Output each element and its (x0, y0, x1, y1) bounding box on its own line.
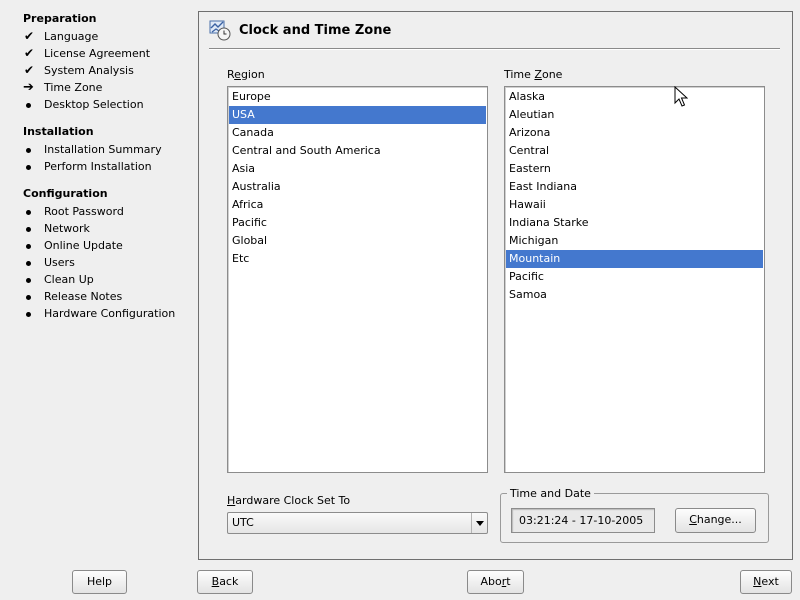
clock-globe-icon (209, 19, 231, 41)
step-system-analysis: ✔ System Analysis (23, 62, 134, 79)
step-label: Perform Installation (44, 160, 152, 173)
change-button[interactable]: Change... (675, 508, 756, 533)
step-label: Desktop Selection (44, 98, 144, 111)
timezone-list-item[interactable]: Arizona (506, 124, 763, 142)
bullet-icon (23, 203, 44, 220)
sidebar: Preparation ✔ Language ✔ License Agreement… (0, 0, 196, 565)
help-button[interactable]: Help (72, 570, 127, 594)
header-divider (209, 48, 780, 50)
step-label: Clean Up (44, 273, 94, 286)
timezone-list-item[interactable]: Mountain (506, 250, 763, 268)
step-label: Language (44, 30, 99, 43)
time-and-date-legend: Time and Date (507, 487, 594, 500)
chevron-down-icon[interactable] (471, 513, 487, 533)
region-list-item[interactable]: Etc (229, 250, 486, 268)
abort-button[interactable]: Abort (467, 570, 524, 594)
check-icon: ✔ (24, 63, 35, 77)
step-label: System Analysis (44, 64, 134, 77)
step-network: Network (23, 220, 90, 237)
timezone-label: Time Zone (504, 68, 563, 81)
timezone-list-item[interactable]: Aleutian (506, 106, 763, 124)
region-list-item[interactable]: Europe (229, 88, 486, 106)
step-label: Network (44, 222, 90, 235)
section-title-configuration: Configuration (23, 187, 108, 200)
page-header: Clock and Time Zone (209, 18, 391, 42)
timezone-list-item[interactable]: Pacific (506, 268, 763, 286)
section-title-installation: Installation (23, 125, 94, 138)
bullet-icon (23, 254, 44, 271)
step-label: Hardware Configuration (44, 307, 176, 320)
timezone-list-item[interactable]: Alaska (506, 88, 763, 106)
step-label: Root Password (44, 205, 124, 218)
hwclock-value: UTC (232, 516, 254, 529)
region-list-item[interactable]: Global (229, 232, 486, 250)
step-release-notes: Release Notes (23, 288, 122, 305)
step-label: Release Notes (44, 290, 123, 303)
timezone-listbox[interactable]: Alaska Aleutian Arizona Central Eastern East … (504, 86, 765, 473)
region-label: Region (227, 68, 265, 81)
step-time-zone: ➔ Time Zone (23, 79, 102, 96)
region-list-item[interactable]: Central and South America (229, 142, 486, 160)
step-online-update: Online Update (23, 237, 123, 254)
region-list-item[interactable]: Africa (229, 196, 486, 214)
next-button[interactable]: Next (740, 570, 792, 594)
step-label: Time Zone (44, 81, 103, 94)
step-installation-summary: Installation Summary (23, 141, 162, 158)
arrow-right-icon: ➔ (23, 80, 34, 95)
bullet-icon (23, 96, 44, 113)
step-license-agreement: ✔ License Agreement (23, 45, 150, 62)
timezone-list-item[interactable]: Samoa (506, 286, 763, 304)
bullet-icon (23, 288, 44, 305)
region-list-item[interactable]: Asia (229, 160, 486, 178)
main-panel: Clock and Time Zone Region Europe USA Cana… (198, 11, 793, 560)
timezone-list-item[interactable]: Central (506, 142, 763, 160)
time-and-date-group: Time and Date 03:21:24 - 17-10-2005 Chan… (500, 487, 769, 543)
bullet-icon (23, 271, 44, 288)
hwclock-label: Hardware Clock Set To (227, 494, 351, 507)
step-label: Online Update (44, 239, 123, 252)
region-list-item[interactable]: Canada (229, 124, 486, 142)
timezone-list-item[interactable]: Michigan (506, 232, 763, 250)
section-title-preparation: Preparation (23, 12, 97, 25)
check-icon: ✔ (24, 46, 35, 60)
timezone-list-item[interactable]: East Indiana (506, 178, 763, 196)
hwclock-select[interactable]: UTC (227, 512, 488, 534)
timezone-list-item[interactable]: Hawaii (506, 196, 763, 214)
bullet-icon (23, 305, 44, 322)
time-date-field: 03:21:24 - 17-10-2005 (511, 508, 655, 533)
step-clean-up: Clean Up (23, 271, 94, 288)
timezone-list-item[interactable]: Indiana Starke (506, 214, 763, 232)
timezone-list-item[interactable]: Eastern (506, 160, 763, 178)
check-icon: ✔ (24, 29, 35, 43)
page-title: Clock and Time Zone (239, 22, 392, 38)
step-label: Users (44, 256, 75, 269)
step-desktop-selection: Desktop Selection (23, 96, 144, 113)
step-language: ✔ Language (23, 28, 98, 45)
region-listbox[interactable]: Europe USA Canada Central and South America… (227, 86, 488, 473)
region-list-item[interactable]: USA (229, 106, 486, 124)
bullet-icon (23, 141, 44, 158)
bullet-icon (23, 158, 44, 175)
back-button[interactable]: Back (197, 570, 253, 594)
step-label: Installation Summary (44, 143, 162, 156)
bullet-icon (23, 237, 44, 254)
region-list-item[interactable]: Pacific (229, 214, 486, 232)
step-users: Users (23, 254, 75, 271)
step-root-password: Root Password (23, 203, 124, 220)
mouse-cursor-icon (674, 85, 689, 111)
step-label: License Agreement (44, 47, 151, 60)
region-list-item[interactable]: Australia (229, 178, 486, 196)
step-hardware-configuration: Hardware Configuration (23, 305, 175, 322)
step-perform-installation: Perform Installation (23, 158, 152, 175)
bullet-icon (23, 220, 44, 237)
